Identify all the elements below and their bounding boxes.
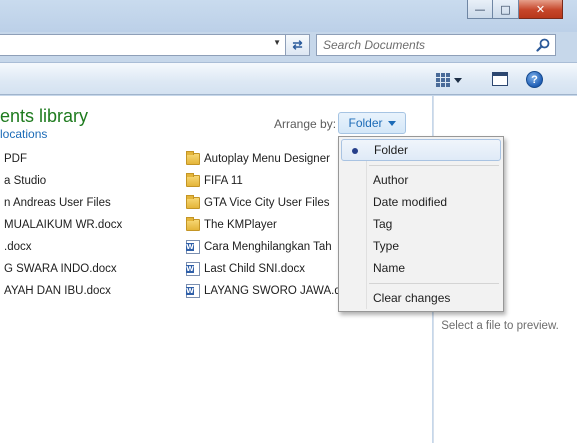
file-item[interactable]: a Studio — [4, 172, 46, 190]
preview-pane-button[interactable] — [492, 72, 508, 86]
menu-item-label: Date modified — [373, 195, 448, 209]
arrange-option-tag[interactable]: Tag — [341, 213, 501, 235]
file-item[interactable]: GTA Vice City User Files — [186, 194, 329, 212]
explorer-window: — □ ✕ ▼ ⇄ ? ents library locations Arran — [0, 0, 577, 443]
close-button[interactable]: ✕ — [519, 0, 563, 19]
refresh-icon: ⇄ — [292, 38, 303, 52]
menu-item-label: Tag — [373, 217, 393, 231]
file-name: PDF — [4, 153, 27, 165]
arrange-option-date-modified[interactable]: Date modified — [341, 191, 501, 213]
address-bar[interactable]: ▼ — [0, 34, 286, 56]
file-name: .docx — [4, 241, 32, 253]
arrange-by-label: Arrange by: — [274, 117, 337, 131]
arrange-option-type[interactable]: Type — [341, 235, 501, 257]
file-name: G SWARA INDO.docx — [4, 263, 117, 275]
file-name: n Andreas User Files — [4, 197, 111, 209]
arrange-by-menu: Folder Author Date modified Tag Type Name Clea… — [338, 136, 504, 312]
search-input[interactable] — [323, 38, 533, 52]
maximize-button[interactable]: □ — [493, 0, 519, 19]
help-icon: ? — [531, 73, 538, 86]
file-item[interactable]: MUALAIKUM WR.docx — [4, 216, 122, 234]
folder-icon — [186, 217, 200, 231]
file-name: The KMPlayer — [204, 219, 277, 231]
chevron-down-icon — [387, 120, 396, 126]
arrange-option-name[interactable]: Name — [341, 257, 501, 279]
refresh-button[interactable]: ⇄ — [286, 34, 310, 56]
caption-buttons: — □ ✕ — [467, 0, 563, 20]
menu-item-label: Author — [373, 173, 409, 187]
menu-separator — [369, 283, 499, 284]
file-item[interactable]: PDF — [4, 150, 27, 168]
file-name: MUALAIKUM WR.docx — [4, 219, 123, 231]
change-view-button[interactable] — [436, 71, 470, 89]
menu-item-label: Folder — [374, 143, 409, 157]
menu-separator — [369, 165, 499, 166]
word-document-icon — [186, 262, 200, 276]
minimize-button[interactable]: — — [467, 0, 493, 19]
word-document-icon — [186, 284, 200, 298]
folder-icon — [186, 173, 200, 187]
view-grid-icon — [436, 73, 450, 87]
file-item[interactable]: FIFA 11 — [186, 172, 243, 190]
file-name: AYAH DAN IBU.docx — [4, 285, 111, 297]
address-dropdown-icon[interactable]: ▼ — [273, 38, 281, 47]
file-item[interactable]: Last Child SNI.docx — [186, 260, 305, 278]
menu-item-label: Clear changes — [373, 291, 451, 305]
library-title: ents library — [0, 106, 89, 126]
file-name: Last Child SNI.docx — [204, 263, 305, 275]
file-item[interactable]: Autoplay Menu Designer — [186, 150, 330, 168]
arrange-by-value: Folder — [348, 116, 383, 130]
file-item[interactable]: LAYANG SWORO JAWA.d — [186, 282, 341, 300]
preview-message: Select a file to preview. — [441, 320, 559, 332]
arrange-option-folder[interactable]: Folder — [341, 139, 501, 161]
word-document-icon — [186, 240, 200, 254]
file-name: Autoplay Menu Designer — [204, 153, 330, 165]
close-icon: ✕ — [535, 2, 546, 16]
file-name: Cara Menghilangkan Tah — [204, 241, 332, 253]
file-item[interactable]: G SWARA INDO.docx — [4, 260, 117, 278]
menu-item-label: Name — [373, 261, 406, 275]
folder-icon — [186, 151, 200, 165]
maximize-icon: □ — [500, 2, 511, 16]
search-icon[interactable] — [536, 38, 550, 52]
file-item[interactable]: Cara Menghilangkan Tah — [186, 238, 332, 256]
file-name: GTA Vice City User Files — [204, 197, 330, 209]
menu-item-label: Type — [373, 239, 400, 253]
arrange-by-dropdown[interactable]: Folder — [338, 112, 406, 134]
clear-changes-item[interactable]: Clear changes — [341, 287, 501, 309]
folder-icon — [186, 195, 200, 209]
help-button[interactable]: ? — [526, 71, 543, 88]
command-bar: ? — [0, 62, 577, 95]
search-box[interactable] — [316, 34, 556, 56]
file-item[interactable]: AYAH DAN IBU.docx — [4, 282, 111, 300]
file-item[interactable]: The KMPlayer — [186, 216, 277, 234]
arrange-option-author[interactable]: Author — [341, 169, 501, 191]
file-item[interactable]: .docx — [4, 238, 32, 256]
file-name: FIFA 11 — [204, 175, 243, 187]
minimize-icon: — — [474, 2, 486, 16]
file-item[interactable]: n Andreas User Files — [4, 194, 111, 212]
title-bar[interactable]: — □ ✕ — [0, 0, 577, 32]
library-locations-link[interactable]: locations — [0, 127, 47, 141]
file-name: a Studio — [4, 175, 47, 187]
file-name: LAYANG SWORO JAWA.d — [204, 285, 341, 297]
radio-selected-icon — [352, 148, 358, 154]
chevron-down-icon — [454, 77, 462, 83]
